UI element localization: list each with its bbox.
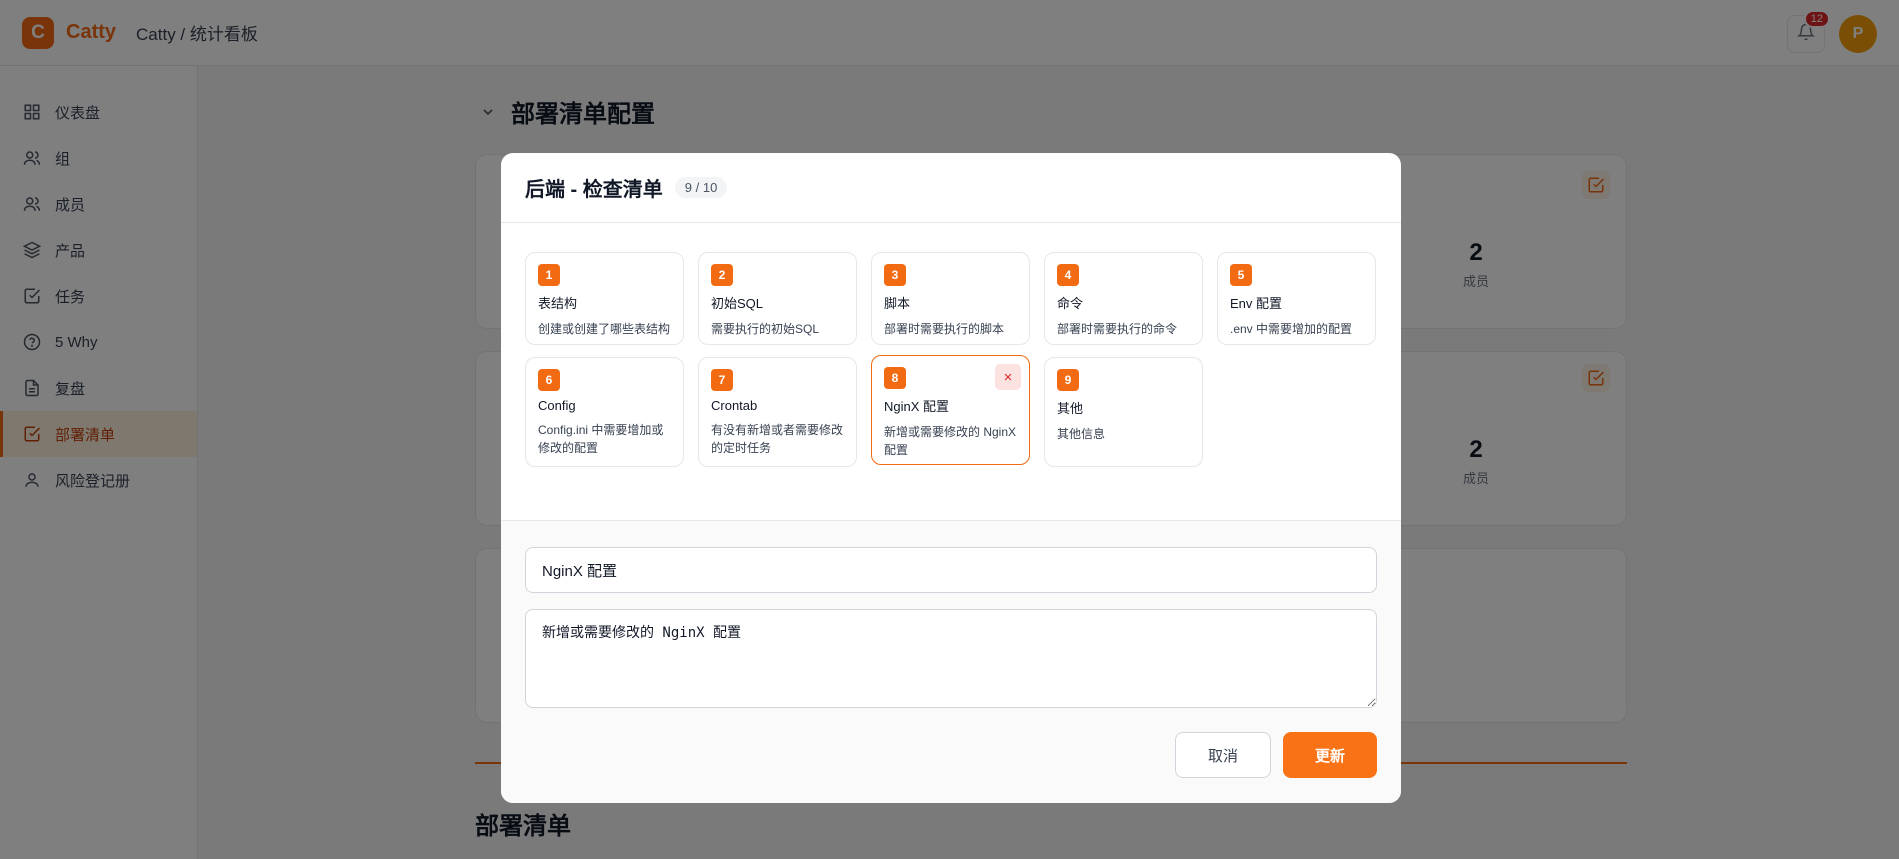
checklist-item-selected[interactable]: 8 NginX 配置 新增或需要修改的 NginX 配置 × (871, 355, 1030, 465)
item-number: 7 (711, 369, 733, 391)
item-description: 部署时需要执行的脚本 (884, 322, 1005, 336)
close-icon: × (1003, 368, 1013, 386)
checklist-item[interactable]: 9 其他 其他信息 (1044, 357, 1203, 467)
item-title: 表结构 (538, 296, 578, 311)
modal-header: 后端 - 检查清单 9 / 10 (501, 153, 1401, 223)
item-title: Config (538, 398, 576, 413)
item-title: 初始SQL (711, 296, 764, 311)
modal-title: 后端 - 检查清单 (525, 179, 663, 201)
item-title: Crontab (711, 398, 758, 413)
item-number: 1 (538, 264, 560, 286)
item-description: 有没有新增或者需要修改的定时任务 (711, 423, 844, 455)
item-description: 部署时需要执行的命令 (1057, 322, 1178, 336)
item-number: 3 (884, 264, 906, 286)
checklist-item[interactable]: 1 表结构 创建或创建了哪些表结构 (525, 252, 684, 345)
edit-form: 新增或需要修改的 NginX 配置 取消 更新 (501, 520, 1401, 803)
checklist-item[interactable]: 3 脚本 部署时需要执行的脚本 (871, 252, 1030, 345)
item-number: 4 (1057, 264, 1079, 286)
item-description: 新增或需要修改的 NginX 配置 (884, 425, 1017, 457)
item-count-badge: 9 / 10 (674, 177, 728, 198)
item-description: 创建或创建了哪些表结构 (538, 322, 671, 336)
item-description: Config.ini 中需要增加或修改的配置 (538, 423, 664, 455)
item-title: Env 配置 (1230, 296, 1283, 311)
item-title-input[interactable] (525, 547, 1377, 593)
item-title: 其他 (1057, 401, 1084, 416)
item-description: 需要执行的初始SQL (711, 322, 820, 336)
checklist-item[interactable]: 7 Crontab 有没有新增或者需要修改的定时任务 (698, 357, 857, 467)
item-title: NginX 配置 (884, 399, 950, 414)
checklist-item[interactable]: 4 命令 部署时需要执行的命令 (1044, 252, 1203, 345)
checklist-item[interactable]: 6 Config Config.ini 中需要增加或修改的配置 (525, 357, 684, 467)
item-description-textarea[interactable]: 新增或需要修改的 NginX 配置 (525, 609, 1377, 708)
item-number: 6 (538, 369, 560, 391)
checklist-item[interactable]: 2 初始SQL 需要执行的初始SQL (698, 252, 857, 345)
item-number: 9 (1057, 369, 1079, 391)
checklist-item[interactable]: 5 Env 配置 .env 中需要增加的配置 (1217, 252, 1376, 345)
checklist-modal: 后端 - 检查清单 9 / 10 1 表结构 创建或创建了哪些表结构 2 初始S… (501, 153, 1401, 803)
item-number: 5 (1230, 264, 1252, 286)
item-number: 8 (884, 367, 906, 389)
item-description: .env 中需要增加的配置 (1230, 322, 1353, 336)
cancel-button[interactable]: 取消 (1175, 732, 1271, 778)
update-button[interactable]: 更新 (1283, 732, 1377, 778)
remove-item-button[interactable]: × (995, 364, 1021, 390)
item-title: 脚本 (884, 296, 911, 311)
item-title: 命令 (1057, 296, 1084, 311)
item-number: 2 (711, 264, 733, 286)
item-description: 其他信息 (1057, 427, 1106, 441)
